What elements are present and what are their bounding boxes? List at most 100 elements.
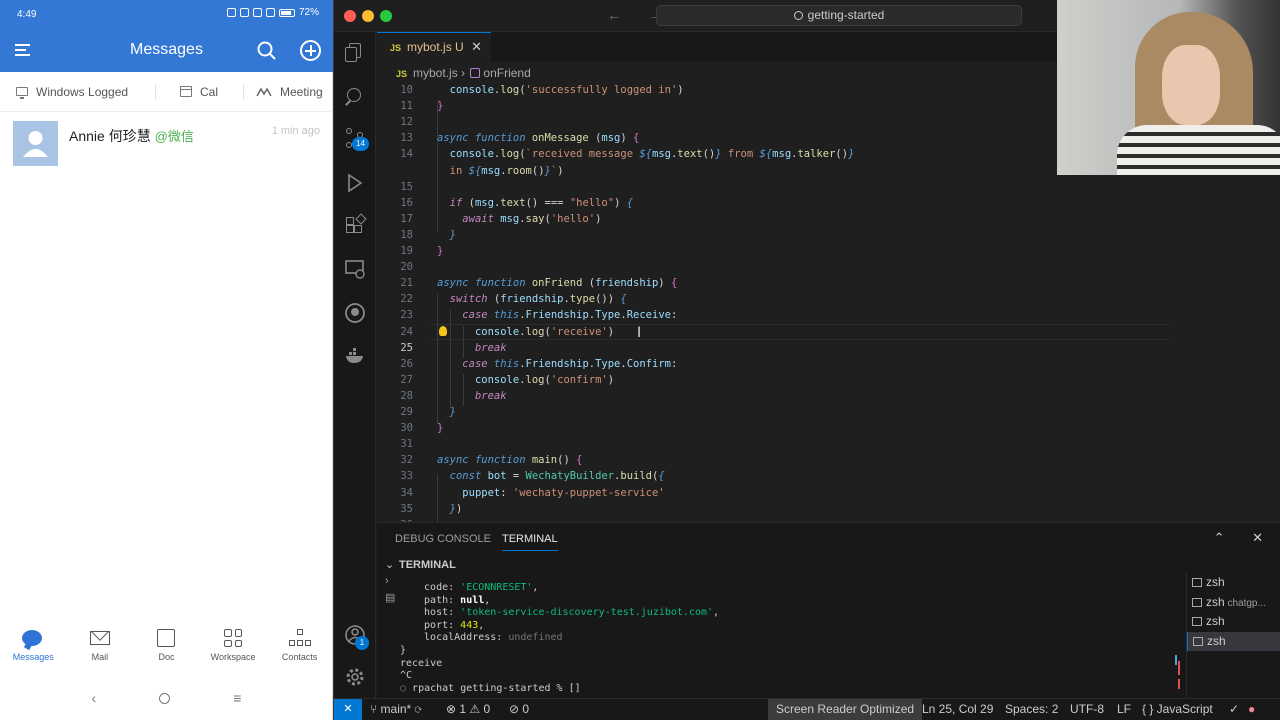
meeting-icon	[256, 87, 272, 96]
minimize-window-button[interactable]	[362, 10, 374, 22]
home-icon[interactable]	[159, 692, 171, 704]
code-line[interactable]: 19}	[377, 243, 1280, 259]
line-number: 34	[400, 486, 413, 499]
problems-indicator[interactable]: ⊗ 1 ⚠ 0	[446, 699, 490, 720]
copilot-icon[interactable]: ●	[1248, 699, 1255, 720]
code-line[interactable]: 33 const bot = WechatyBuilder.build({	[377, 468, 1280, 484]
nav-mail[interactable]: Mail	[67, 628, 134, 672]
extensions-icon[interactable]	[344, 213, 367, 237]
terminal-instance[interactable]: zsh	[1187, 631, 1280, 651]
back-icon[interactable]: ‹	[92, 690, 97, 706]
terminal-instance[interactable]: zsh	[1187, 612, 1280, 632]
code-line[interactable]: 23 case this.Friendship.Type.Receive:	[377, 307, 1280, 323]
code-text: await msg.say('hello')	[462, 212, 602, 225]
nav-doc[interactable]: Doc	[133, 628, 200, 672]
quick-tab-meeting[interactable]: Meeting	[244, 72, 333, 112]
code-line[interactable]: 22 switch (friendship.type()) {	[377, 291, 1280, 307]
search-icon[interactable]	[257, 41, 276, 60]
nav-contacts[interactable]: Contacts	[266, 628, 333, 672]
nav-messages[interactable]: Messages	[0, 628, 67, 672]
phone-header: 4:49 72% Messages	[0, 0, 333, 72]
line-number: 33	[400, 470, 413, 483]
branch-indicator[interactable]: ⑂ main* ⟳	[370, 699, 422, 720]
line-number: 13	[400, 132, 413, 145]
code-line[interactable]: 31	[377, 436, 1280, 452]
run-debug-icon[interactable]	[344, 172, 366, 194]
add-icon[interactable]	[300, 40, 321, 61]
quick-tab-cal[interactable]: Cal	[156, 72, 244, 112]
terminal-output[interactable]: code: 'ECONNRESET', path: null, host: 't…	[400, 582, 1172, 695]
github-icon[interactable]	[344, 302, 366, 324]
terminal-instance[interactable]: zsh chatgp...	[1187, 593, 1280, 613]
close-window-button[interactable]	[344, 10, 356, 22]
line-number: 26	[400, 357, 413, 370]
breadcrumb-file[interactable]: mybot.js	[413, 66, 458, 80]
code-line[interactable]: 34 puppet: 'wechaty-puppet-service'	[377, 485, 1280, 501]
maximize-window-button[interactable]	[380, 10, 392, 22]
code-line[interactable]: 30}	[377, 420, 1280, 436]
tab-git-status: U	[455, 40, 464, 54]
code-line[interactable]: 32 async function main() {	[377, 452, 1280, 468]
breadcrumb-symbol[interactable]: onFriend	[483, 66, 530, 80]
command-center[interactable]: getting-started	[656, 5, 1022, 26]
code-line[interactable]: 17 await msg.say('hello')	[377, 211, 1280, 227]
code-line[interactable]: 20	[377, 259, 1280, 275]
code-line[interactable]: 24 console.log('receive')	[377, 324, 1280, 340]
terminal-instance[interactable]: zsh	[1187, 573, 1280, 593]
code-line[interactable]: 16 if (msg.text() === "hello") {	[377, 195, 1280, 211]
tab-mybot-js[interactable]: JS mybot.js U ✕	[377, 32, 491, 62]
avatar	[13, 121, 58, 166]
screen-reader-mode[interactable]: Screen Reader Optimized	[768, 699, 923, 720]
nav-workspace[interactable]: Workspace	[200, 628, 267, 672]
code-line[interactable]: 27 console.log('confirm')	[377, 372, 1280, 388]
panel-actions[interactable]: ⌃ ✕	[1214, 530, 1275, 546]
encoding[interactable]: UTF-8	[1070, 699, 1104, 720]
code-text: break	[474, 389, 507, 402]
terminal-scrollbar[interactable]	[1175, 655, 1181, 699]
line-endings[interactable]: LF	[1117, 699, 1131, 720]
close-icon[interactable]: ✕	[471, 33, 482, 61]
bottom-nav: Messages Mail Doc Workspace Contacts	[0, 628, 333, 672]
cursor-position[interactable]: Ln 25, Col 29	[922, 699, 993, 720]
list-item[interactable]: Annie 何珍慧 @微信 1 min ago	[0, 112, 333, 176]
line-number: 10	[400, 84, 413, 96]
terminal-section-header[interactable]: ⌄ TERMINAL	[377, 556, 1182, 574]
quick-tab-windows-logged[interactable]: Windows Logged	[0, 72, 156, 112]
gear-icon[interactable]	[344, 666, 366, 688]
indentation[interactable]: Spaces: 2	[1005, 699, 1058, 720]
docker-icon[interactable]	[344, 345, 366, 367]
code-line[interactable]: 29 }	[377, 404, 1280, 420]
ports-indicator[interactable]: ⊘ 0	[509, 699, 529, 720]
code-line[interactable]: 15	[377, 179, 1280, 195]
explorer-icon[interactable]	[344, 42, 366, 64]
tab-terminal[interactable]: TERMINAL	[502, 533, 558, 551]
tab-filename: mybot.js	[407, 40, 452, 54]
terminal-sublabel: chatgp...	[1224, 597, 1266, 609]
code-text: case this.Friendship.Type.Confirm:	[462, 357, 678, 370]
line-number: 11	[400, 100, 413, 113]
code-line[interactable]: 28 break	[377, 388, 1280, 404]
line-number: 17	[400, 212, 413, 225]
lightbulb-icon[interactable]	[439, 326, 447, 336]
nav-label: Contacts	[281, 652, 318, 662]
code-line[interactable]: 21 async function onFriend (friendship) {	[377, 275, 1280, 291]
javascript-file-icon: JS	[390, 43, 402, 53]
code-line[interactable]: 26 case this.Friendship.Type.Confirm:	[377, 356, 1280, 372]
code-line[interactable]: 18 }	[377, 227, 1280, 243]
chevron-right-icon[interactable]: ›	[385, 575, 395, 587]
bell-icon[interactable]: ✓	[1229, 699, 1239, 720]
copy-icon[interactable]: ▤	[385, 591, 395, 604]
chevron-down-icon: ⌄	[385, 559, 395, 571]
language-mode[interactable]: { } JavaScript	[1142, 699, 1213, 720]
org-chart-icon	[288, 629, 311, 647]
status-icons: 72%	[226, 7, 319, 18]
tab-debug-console[interactable]: DEBUG CONSOLE	[395, 533, 491, 545]
remote-explorer-icon[interactable]	[344, 258, 366, 280]
search-icon[interactable]	[344, 86, 366, 108]
code-line[interactable]: 35 })	[377, 501, 1280, 517]
code-text: console.log('receive')	[474, 325, 615, 338]
code-line[interactable]: 25 break	[377, 340, 1280, 356]
code-text: puppet: 'wechaty-puppet-service'	[462, 486, 665, 499]
recents-icon[interactable]: ≡	[233, 690, 241, 706]
remote-indicator-icon[interactable]: ✕	[334, 699, 362, 720]
